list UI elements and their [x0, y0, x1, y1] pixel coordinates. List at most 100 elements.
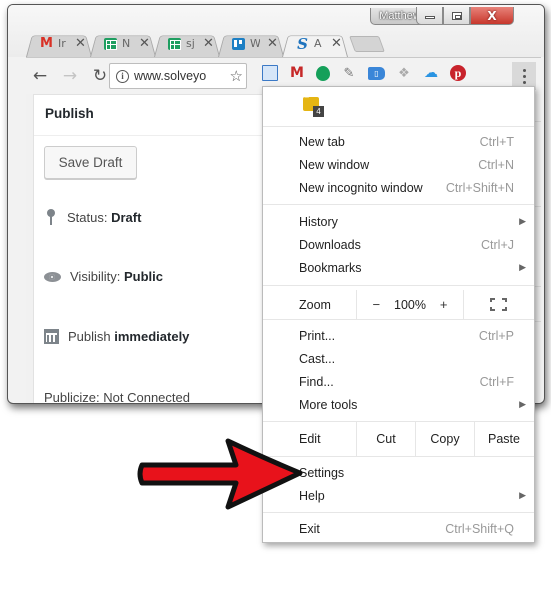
shortcut: Ctrl+N: [478, 157, 514, 172]
close-icon[interactable]: ✕: [267, 36, 278, 51]
close-icon[interactable]: ✕: [139, 36, 150, 51]
menu-separator: [263, 285, 534, 286]
tab-sheets-1[interactable]: N ✕: [90, 30, 156, 57]
menu-separator: [263, 319, 534, 320]
tab-strip: M Ir ✕ N ✕ sj ✕ W ✕ S A ✕: [26, 30, 382, 57]
address-bar[interactable]: i www.solveyo ☆: [109, 63, 247, 89]
zoom-out-button[interactable]: −: [367, 297, 385, 312]
menu-item-label: Bookmarks: [299, 260, 362, 275]
window-controls: X: [416, 7, 514, 27]
menu-item-label: More tools: [299, 397, 358, 412]
zoom-label: Zoom: [299, 297, 331, 312]
arrow-shape: [137, 438, 303, 510]
bookmark-star-icon[interactable]: ☆: [230, 67, 243, 85]
submenu-arrow-icon: ▶: [519, 216, 526, 226]
menu-item-bookmarks[interactable]: Bookmarks ▶: [263, 256, 534, 279]
copy-button[interactable]: Copy: [415, 422, 474, 456]
calendar-icon: [44, 329, 59, 344]
paste-button[interactable]: Paste: [474, 422, 533, 456]
lastpass-extension[interactable]: 4: [303, 94, 324, 117]
publicize-row: Publicize: Not Connected: [44, 390, 190, 404]
tag-icon[interactable]: ▯: [368, 66, 385, 80]
menu-dot: [522, 68, 526, 72]
note-icon[interactable]: ✎: [341, 65, 357, 81]
solveyourtech-icon: S: [297, 34, 308, 53]
gmail-icon: M: [40, 36, 53, 51]
menu-item-print[interactable]: Print... Ctrl+P: [263, 324, 534, 347]
submenu-arrow-icon: ▶: [519, 490, 526, 500]
back-arrow-icon: ←: [32, 65, 48, 86]
cut-button[interactable]: Cut: [356, 422, 415, 456]
shortcut: Ctrl+P: [478, 328, 514, 343]
gmail-checker-icon[interactable]: M: [289, 65, 305, 81]
screencast-icon[interactable]: [262, 65, 278, 81]
menu-item-label: New tab: [299, 134, 345, 149]
pinterest-icon[interactable]: p: [450, 65, 466, 81]
publish-value: immediately: [114, 329, 190, 344]
menu-item-label: Cast...: [299, 351, 336, 366]
minimize-button[interactable]: [416, 7, 443, 25]
info-icon[interactable]: i: [116, 69, 129, 83]
menu-dot: [522, 74, 526, 78]
publish-time-row: Publish immediately: [44, 329, 189, 344]
menu-separator: [263, 204, 534, 205]
menu-item-label: New window: [299, 157, 370, 172]
shortcut: Ctrl+T: [479, 134, 514, 149]
eye-icon: [44, 271, 61, 282]
menu-item-find[interactable]: Find... Ctrl+F: [263, 370, 534, 393]
tab-title: Ir: [58, 37, 66, 50]
shortcut: Ctrl+J: [481, 237, 514, 252]
back-button[interactable]: ←: [28, 64, 52, 88]
close-icon[interactable]: ✕: [75, 36, 86, 51]
menu-item-label: Downloads: [299, 237, 361, 252]
visibility-label: Visibility:: [70, 269, 121, 284]
menu-item-history[interactable]: History ▶: [263, 210, 534, 233]
panel-title: Publish: [45, 106, 94, 121]
maximize-button[interactable]: [443, 7, 470, 25]
onedrive-icon[interactable]: ☁: [423, 65, 439, 81]
pin-icon: [44, 209, 58, 225]
status-text: Status: Draft: [67, 210, 141, 225]
dropbox-icon[interactable]: ❖: [396, 65, 412, 81]
tab-gmail[interactable]: M Ir ✕: [26, 30, 92, 57]
tab-active[interactable]: S A ✕: [282, 30, 348, 57]
zoom-level: 100%: [394, 297, 426, 312]
tab-title: W: [250, 37, 260, 50]
trello-icon: [232, 37, 245, 50]
close-icon[interactable]: ✕: [203, 36, 214, 51]
menu-item-new-window[interactable]: New window Ctrl+N: [263, 153, 534, 176]
menu-dot: [522, 80, 526, 84]
zoom-row: Zoom − 100% +: [263, 290, 534, 319]
zoom-control: − 100% +: [356, 290, 464, 319]
tab-sheets-2[interactable]: sj ✕: [154, 30, 220, 57]
menu-separator: [263, 512, 534, 513]
close-window-button[interactable]: X: [470, 7, 514, 25]
menu-item-label: Find...: [299, 374, 334, 389]
shortcut: Ctrl+F: [479, 374, 514, 389]
tab-trello[interactable]: W ✕: [218, 30, 284, 57]
evernote-icon[interactable]: [316, 65, 330, 81]
menu-item-label: Exit: [299, 521, 320, 536]
title-bar: Matthew X M Ir ✕ N ✕ sj ✕ W ✕ S A ✕: [8, 5, 544, 57]
sheets-icon: [104, 37, 117, 50]
url-text[interactable]: www.solveyo: [134, 69, 206, 83]
zoom-in-button[interactable]: +: [435, 297, 453, 312]
menu-item-new-incognito-window[interactable]: New incognito window Ctrl+Shift+N: [263, 176, 534, 199]
menu-item-exit[interactable]: Exit Ctrl+Shift+Q: [263, 517, 534, 540]
extensions-bar: M ✎ ▯ ❖ ☁ p: [262, 65, 466, 81]
visibility-value: Public: [123, 269, 163, 284]
new-tab-button[interactable]: [352, 36, 382, 52]
menu-item-cast[interactable]: Cast...: [263, 347, 534, 370]
tab-title: A: [314, 37, 322, 50]
menu-item-label: New incognito window: [299, 180, 423, 195]
menu-item-new-tab[interactable]: New tab Ctrl+T: [263, 130, 534, 153]
publish-label: Publish: [68, 329, 111, 344]
status-value: Draft: [111, 209, 142, 225]
fullscreen-icon[interactable]: [490, 298, 507, 311]
forward-button[interactable]: →: [58, 64, 82, 88]
menu-item-more-tools[interactable]: More tools ▶: [263, 393, 534, 416]
save-draft-button[interactable]: Save Draft: [44, 146, 137, 179]
close-icon[interactable]: ✕: [331, 36, 342, 51]
status-row: Status: Draft: [44, 209, 141, 225]
menu-item-downloads[interactable]: Downloads Ctrl+J: [263, 233, 534, 256]
